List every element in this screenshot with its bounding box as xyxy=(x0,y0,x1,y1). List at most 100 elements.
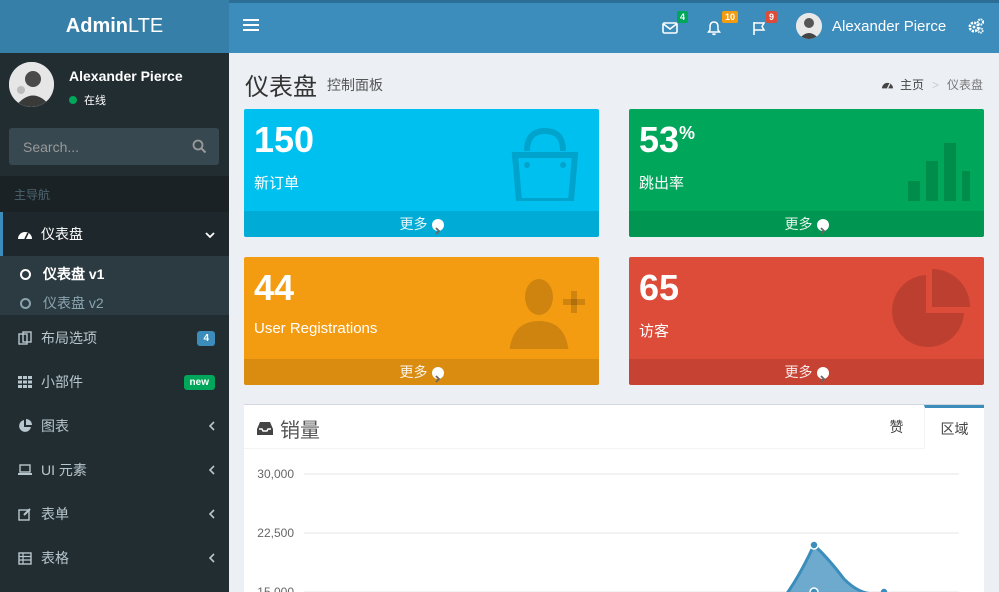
user-menu[interactable]: Alexander Pierce xyxy=(796,13,946,39)
chevron-left-icon xyxy=(208,418,215,434)
tab-donut[interactable]: 赞 xyxy=(869,405,924,449)
box-label: 新订单 xyxy=(254,175,300,192)
tab-area[interactable]: 区域 xyxy=(924,405,984,449)
sidebar-search-form[interactable]: Search... xyxy=(9,128,219,165)
dashboard-icon xyxy=(881,82,893,89)
box-label: 跳出率 xyxy=(639,175,685,192)
box-label: 访客 xyxy=(639,323,670,340)
user-panel: Alexander Pierce 在线 xyxy=(0,53,229,118)
sidebar-item-label: 表单 xyxy=(41,506,69,522)
more-info-link[interactable]: 更多 xyxy=(629,211,984,237)
circle-icon xyxy=(20,268,31,280)
dashboard-icon xyxy=(17,226,33,242)
box-value: 65 xyxy=(639,267,680,308)
box-value: 53% xyxy=(639,119,695,161)
edit-icon xyxy=(17,506,33,522)
more-info-link[interactable]: 更多 xyxy=(244,359,599,385)
circle-icon xyxy=(20,297,31,309)
sidebar-toggle-icon[interactable] xyxy=(243,17,259,33)
more-label: 更多 xyxy=(399,216,428,232)
bar-chart-icon xyxy=(908,143,970,201)
sidebar-item-ui-elements[interactable]: UI 元素 xyxy=(0,448,229,492)
gears-icon xyxy=(968,18,985,34)
count-badge: 4 xyxy=(197,330,215,346)
sidebar-item-tables[interactable]: 表格 xyxy=(0,536,229,580)
search-button[interactable] xyxy=(192,139,207,154)
submenu-item-dashboard-v1[interactable]: 仪表盘 v1 xyxy=(20,264,104,284)
messages-badge: 4 xyxy=(676,11,688,23)
breadcrumb-current: 仪表盘 xyxy=(946,78,983,92)
user-status: 在线 xyxy=(69,92,106,108)
chevron-left-icon xyxy=(208,550,215,566)
small-box-registrations: 44 User Registrations 更多 xyxy=(244,257,599,385)
arrow-circle-right-icon xyxy=(816,219,829,235)
breadcrumb: 主页 > 仪表盘 xyxy=(881,76,983,93)
small-box-orders: 150 新订单 更多 xyxy=(244,109,599,237)
sidebar-user-name: Alexander Pierce xyxy=(69,68,183,84)
notifications-badge: 10 xyxy=(721,11,738,23)
control-sidebar-toggle[interactable] xyxy=(967,17,985,35)
envelope-icon xyxy=(662,22,678,34)
sidebar-item-label: 图表 xyxy=(41,418,69,434)
messages-button[interactable]: 4 xyxy=(662,11,688,39)
more-info-link[interactable]: 更多 xyxy=(629,359,984,385)
small-box-visitors: 65 访客 更多 xyxy=(629,257,984,385)
arrow-circle-right-icon xyxy=(431,219,444,235)
submenu-label: 仪表盘 v2 xyxy=(43,295,104,311)
search-input[interactable]: Search... xyxy=(23,139,79,155)
chart-svg: 30,000 22,500 15,000 xyxy=(257,467,959,592)
top-navbar: 4 10 9 Alexander Pierce xyxy=(229,0,999,53)
chevron-left-icon xyxy=(208,462,215,478)
person-add-icon xyxy=(509,279,585,349)
tasks-button[interactable]: 9 xyxy=(751,11,777,39)
brand-logo[interactable]: Admin LTE xyxy=(0,0,229,53)
sidebar-item-label: UI 元素 xyxy=(41,462,87,478)
small-box-bounce-rate: 53% 跳出率 更多 xyxy=(629,109,984,237)
shopping-bag-icon xyxy=(511,127,579,201)
sidebar-item-layout[interactable]: 布局选项 4 xyxy=(0,316,229,360)
bell-icon xyxy=(707,21,721,36)
more-info-link[interactable]: 更多 xyxy=(244,211,599,237)
more-label: 更多 xyxy=(784,364,813,380)
breadcrumb-separator: > xyxy=(931,77,939,92)
flag-icon xyxy=(753,22,766,35)
data-point[interactable] xyxy=(809,540,819,550)
chevron-down-icon xyxy=(205,226,215,242)
notifications-button[interactable]: 10 xyxy=(706,11,738,39)
table-icon xyxy=(17,550,33,566)
arrow-circle-right-icon xyxy=(431,367,444,383)
breadcrumb-home[interactable]: 主页 xyxy=(900,76,924,93)
sidebar-item-dashboard[interactable]: 仪表盘 xyxy=(0,212,229,256)
sidebar-item-label: 表格 xyxy=(41,550,69,566)
box-label: User Registrations xyxy=(254,320,378,337)
sales-area-chart: 30,000 22,500 15,000 xyxy=(244,449,984,592)
data-point[interactable] xyxy=(809,587,819,592)
y-tick-label: 22,500 xyxy=(257,526,294,540)
page-subtitle: 控制面板 xyxy=(327,77,383,93)
sidebar-item-forms[interactable]: 表单 xyxy=(0,492,229,536)
sidebar-item-label: 布局选项 xyxy=(41,330,97,346)
data-point[interactable] xyxy=(879,587,889,592)
more-label: 更多 xyxy=(399,364,428,380)
sidebar-item-label: 仪表盘 xyxy=(41,226,83,242)
more-label: 更多 xyxy=(784,216,813,232)
sales-panel-header: 销量 赞 区域 xyxy=(244,405,984,449)
sidebar-header: 主导航 xyxy=(0,176,229,212)
tasks-badge: 9 xyxy=(765,11,777,23)
th-icon xyxy=(17,374,33,390)
page-title: 仪表盘 xyxy=(245,74,317,101)
sales-title-label: 销量 xyxy=(280,420,320,442)
percent-sign: % xyxy=(679,123,696,143)
submenu-item-dashboard-v2[interactable]: 仪表盘 v2 xyxy=(20,293,104,313)
sidebar-item-label: 小部件 xyxy=(41,374,83,390)
dashboard-submenu: 仪表盘 v1 仪表盘 v2 xyxy=(0,256,229,315)
files-icon xyxy=(17,330,33,346)
pie-chart-icon xyxy=(17,418,33,434)
sidebar-item-charts[interactable]: 图表 xyxy=(0,404,229,448)
sidebar-item-widgets[interactable]: 小部件 new xyxy=(0,360,229,404)
box-value: 44 xyxy=(254,267,295,308)
arrow-circle-right-icon xyxy=(816,367,829,383)
avatar xyxy=(9,62,54,107)
main-sidebar: Alexander Pierce 在线 Search... 主导航 仪表盘 仪表… xyxy=(0,53,229,592)
chevron-left-icon xyxy=(208,506,215,522)
